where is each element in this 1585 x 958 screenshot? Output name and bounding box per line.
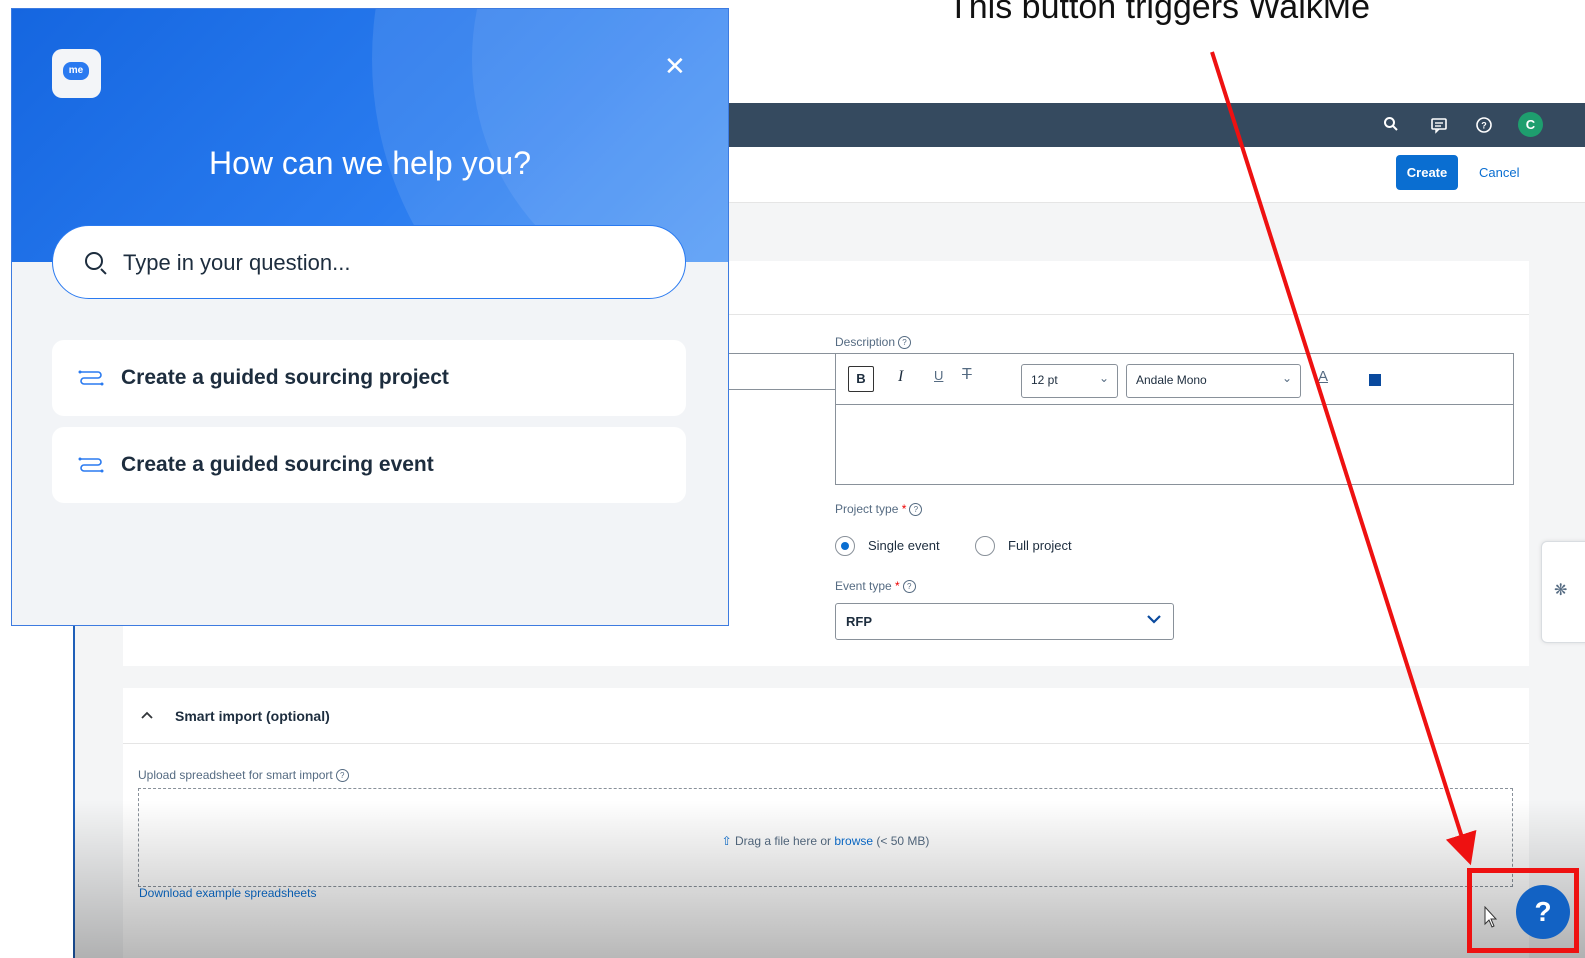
annotation-arrow bbox=[1210, 51, 1477, 866]
